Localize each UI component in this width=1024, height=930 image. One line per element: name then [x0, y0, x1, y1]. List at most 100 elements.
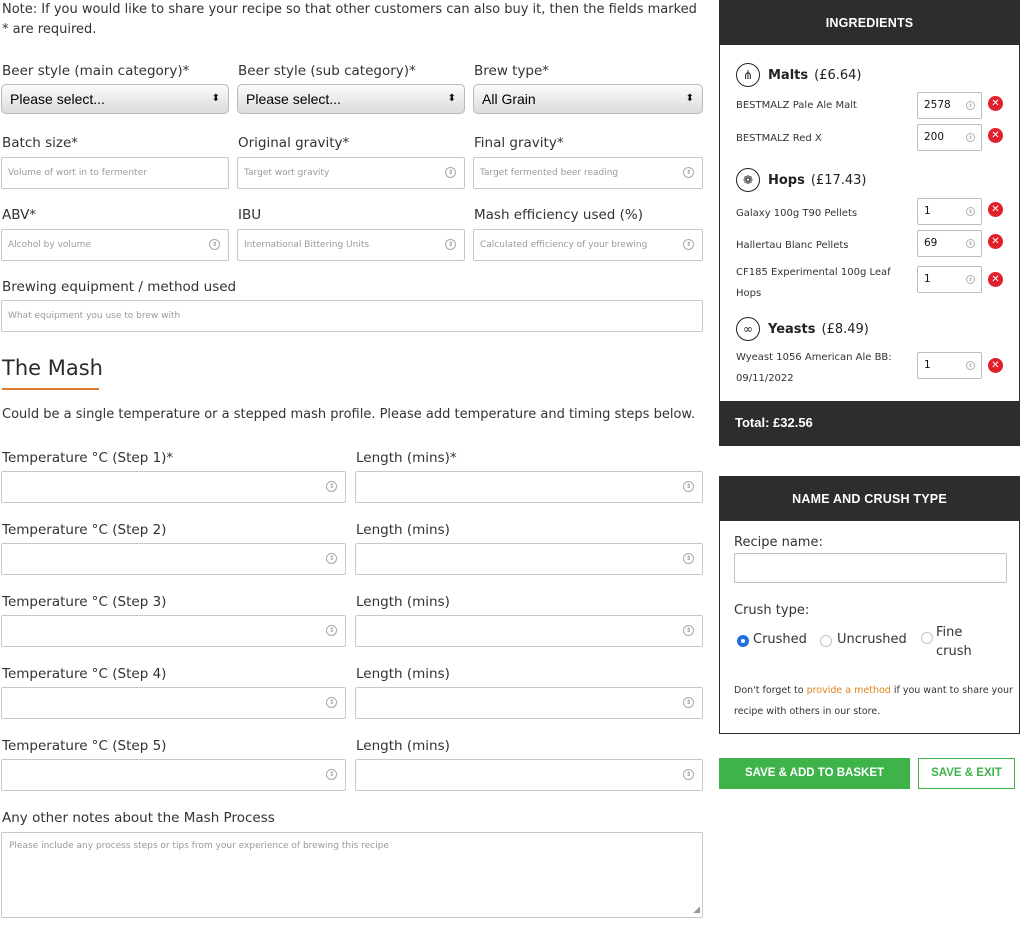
yeast-icon: ∞ [736, 317, 760, 341]
stepper-icon[interactable]: ⇕ [966, 207, 975, 216]
ingredients-total: Total: £32.56 [720, 401, 1019, 445]
sub-category-select[interactable]: Please select... ⬍ [237, 84, 465, 114]
remove-ingredient-icon[interactable]: ✕ [988, 202, 1003, 217]
length-step-5-label: Length (mins) [356, 738, 450, 754]
final-gravity-label: Final gravity* [474, 135, 564, 151]
quantity-input[interactable]: 2578 ⇕ [917, 92, 982, 119]
save-add-to-basket-button[interactable]: SAVE & ADD TO BASKET [719, 758, 910, 789]
fine-crush-radio[interactable] [921, 632, 933, 644]
stepper-icon[interactable]: ⇕ [966, 361, 975, 370]
temp-step-2-label: Temperature °C (Step 2) [2, 522, 167, 538]
mash-efficiency-input[interactable]: Calculated efficiency of your brewing ⇕ [473, 229, 703, 261]
final-gravity-placeholder: Target fermented beer reading [480, 168, 619, 178]
stepper-icon[interactable]: ⇕ [445, 167, 456, 178]
save-exit-button[interactable]: SAVE & EXIT [918, 758, 1015, 789]
stepper-icon[interactable]: ⇕ [683, 167, 694, 178]
ibu-input[interactable]: International Bittering Units ⇕ [237, 229, 465, 261]
quantity-input[interactable]: 69 ⇕ [917, 230, 982, 257]
quantity-input[interactable]: 1 ⇕ [917, 266, 982, 293]
crushed-label: Crushed [753, 632, 807, 647]
hops-price: (£17.43) [810, 172, 867, 188]
equipment-placeholder: What equipment you use to brew with [8, 311, 181, 321]
ingredient-name: BESTMALZ Pale Ale Malt [736, 100, 857, 111]
uncrushed-radio[interactable] [820, 635, 832, 647]
quantity-input[interactable]: 1 ⇕ [917, 352, 982, 379]
temp-step-3-input[interactable]: ⇕ [1, 615, 346, 647]
temp-step-4-input[interactable]: ⇕ [1, 687, 346, 719]
stepper-icon[interactable]: ⇕ [326, 553, 337, 564]
stepper-icon[interactable]: ⇕ [326, 769, 337, 780]
length-step-3-label: Length (mins) [356, 594, 450, 610]
stepper-icon[interactable]: ⇕ [683, 697, 694, 708]
stepper-icon[interactable]: ⇕ [209, 239, 220, 250]
main-category-label: Beer style (main category)* [2, 63, 190, 79]
stepper-icon[interactable]: ⇕ [966, 101, 975, 110]
remove-ingredient-icon[interactable]: ✕ [988, 358, 1003, 373]
length-step-1-label: Length (mins)* [356, 450, 457, 466]
select-arrows-icon: ⬍ [685, 93, 694, 104]
equipment-input[interactable]: What equipment you use to brew with [1, 300, 703, 332]
quantity-value: 1 [924, 205, 931, 217]
temp-step-1-label: Temperature °C (Step 1)* [2, 450, 174, 466]
main-category-value: Please select... [10, 91, 105, 107]
stepper-icon[interactable]: ⇕ [326, 481, 337, 492]
remove-ingredient-icon[interactable]: ✕ [988, 96, 1003, 111]
malts-name: Malts [768, 67, 809, 83]
hops-name: Hops [768, 172, 805, 188]
stepper-icon[interactable]: ⇕ [683, 481, 694, 492]
final-gravity-input[interactable]: Target fermented beer reading ⇕ [473, 157, 703, 189]
stepper-icon[interactable]: ⇕ [683, 769, 694, 780]
recipe-name-input[interactable] [734, 553, 1007, 583]
mash-notes-textarea[interactable]: Please include any process steps or tips… [1, 832, 703, 918]
batch-size-label: Batch size* [2, 135, 79, 151]
quantity-input[interactable]: 1 ⇕ [917, 198, 982, 225]
brew-type-select[interactable]: All Grain ⬍ [473, 84, 703, 114]
ingredient-name: Hallertau Blanc Pellets [736, 240, 849, 251]
original-gravity-input[interactable]: Target wort gravity ⇕ [237, 157, 465, 189]
main-category-select[interactable]: Please select... ⬍ [1, 84, 229, 114]
stepper-icon[interactable]: ⇕ [326, 697, 337, 708]
quantity-value: 69 [924, 237, 938, 249]
length-step-4-input[interactable]: ⇕ [355, 687, 703, 719]
stepper-icon[interactable]: ⇕ [966, 239, 975, 248]
batch-size-placeholder: Volume of wort in to fermenter [8, 168, 147, 178]
temp-step-4-label: Temperature °C (Step 4) [2, 666, 167, 682]
remove-ingredient-icon[interactable]: ✕ [988, 128, 1003, 143]
equipment-label: Brewing equipment / method used [2, 279, 237, 295]
yeasts-name: Yeasts [768, 321, 816, 337]
remove-ingredient-icon[interactable]: ✕ [988, 234, 1003, 249]
stepper-icon[interactable]: ⇕ [683, 239, 694, 250]
original-gravity-label: Original gravity* [238, 135, 350, 151]
crushed-radio[interactable] [737, 635, 749, 647]
quantity-input[interactable]: 200 ⇕ [917, 124, 982, 151]
abv-placeholder: Alcohol by volume [8, 240, 91, 250]
stepper-icon[interactable]: ⇕ [445, 239, 456, 250]
required-fields-note: Note: If you would like to share your re… [2, 2, 697, 37]
sub-category-value: Please select... [246, 91, 341, 107]
abv-input[interactable]: Alcohol by volume ⇕ [1, 229, 229, 261]
hops-category: ❁ Hops (£17.43) [736, 167, 867, 193]
temp-step-5-input[interactable]: ⇕ [1, 759, 346, 791]
length-step-1-input[interactable]: ⇕ [355, 471, 703, 503]
malts-category: ⋔ Malts (£6.64) [736, 62, 862, 88]
ingredients-title: INGREDIENTS [720, 1, 1019, 45]
batch-size-input[interactable]: Volume of wort in to fermenter [1, 157, 229, 189]
length-step-2-input[interactable]: ⇕ [355, 543, 703, 575]
stepper-icon[interactable]: ⇕ [326, 625, 337, 636]
length-step-5-input[interactable]: ⇕ [355, 759, 703, 791]
remove-ingredient-icon[interactable]: ✕ [988, 272, 1003, 287]
stepper-icon[interactable]: ⇕ [683, 553, 694, 564]
stepper-icon[interactable]: ⇕ [966, 133, 975, 142]
length-step-2-label: Length (mins) [356, 522, 450, 538]
quantity-value: 1 [924, 359, 931, 371]
name-crush-title: NAME AND CRUSH TYPE [720, 477, 1019, 521]
stepper-icon[interactable]: ⇕ [966, 275, 975, 284]
temp-step-1-input[interactable]: ⇕ [1, 471, 346, 503]
length-step-3-input[interactable]: ⇕ [355, 615, 703, 647]
malts-price: (£6.64) [814, 67, 862, 83]
resize-handle-icon[interactable]: ◢ [693, 905, 700, 915]
mash-intro: Could be a single temperature or a stepp… [2, 407, 695, 422]
stepper-icon[interactable]: ⇕ [683, 625, 694, 636]
temp-step-2-input[interactable]: ⇕ [1, 543, 346, 575]
provide-method-link[interactable]: provide a method [807, 685, 891, 696]
